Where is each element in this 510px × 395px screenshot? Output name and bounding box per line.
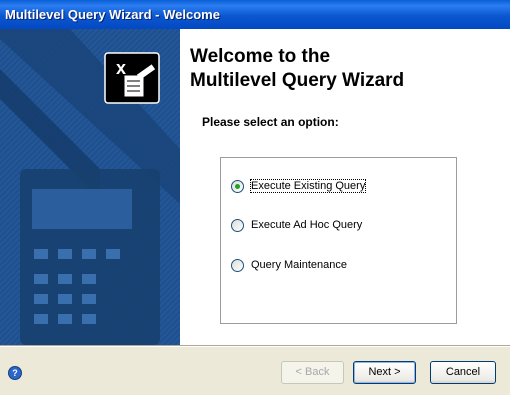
wizard-footer: ? < Back Next > Cancel	[0, 347, 510, 395]
window-title: Multilevel Query Wizard - Welcome	[5, 7, 220, 22]
option-label[interactable]: Execute Existing Query	[249, 179, 367, 193]
option-query-maintenance[interactable]: Query Maintenance	[231, 257, 347, 273]
back-button[interactable]: < Back	[281, 361, 344, 384]
option-label[interactable]: Execute Ad Hoc Query	[251, 219, 362, 231]
option-execute-ad-hoc-query[interactable]: Execute Ad Hoc Query	[231, 217, 362, 233]
option-label[interactable]: Query Maintenance	[251, 259, 347, 271]
cancel-button[interactable]: Cancel	[430, 361, 496, 384]
next-button[interactable]: Next >	[353, 361, 416, 384]
help-icon[interactable]: ?	[8, 366, 22, 380]
radio-button[interactable]	[231, 218, 244, 232]
option-group: Execute Existing Query Execute Ad Hoc Qu…	[220, 157, 457, 324]
page-title-line1: Welcome to the	[190, 46, 331, 67]
wizard-side-graphic: x	[0, 29, 180, 345]
page-title-line2: Multilevel Query Wizard	[190, 70, 405, 91]
title-bar[interactable]: Multilevel Query Wizard - Welcome	[0, 0, 510, 29]
option-execute-existing-query[interactable]: Execute Existing Query	[231, 178, 367, 194]
option-prompt: Please select an option:	[202, 115, 339, 129]
page-title: Welcome to the Multilevel Query Wizard	[190, 45, 404, 93]
radio-button[interactable]	[231, 258, 244, 272]
calculator-illustration: x	[0, 29, 180, 345]
wizard-content: Welcome to the Multilevel Query Wizard P…	[180, 29, 510, 345]
wizard-window: Multilevel Query Wizard - Welcome x Welc…	[0, 0, 510, 395]
radio-button-selected[interactable]	[231, 179, 244, 193]
